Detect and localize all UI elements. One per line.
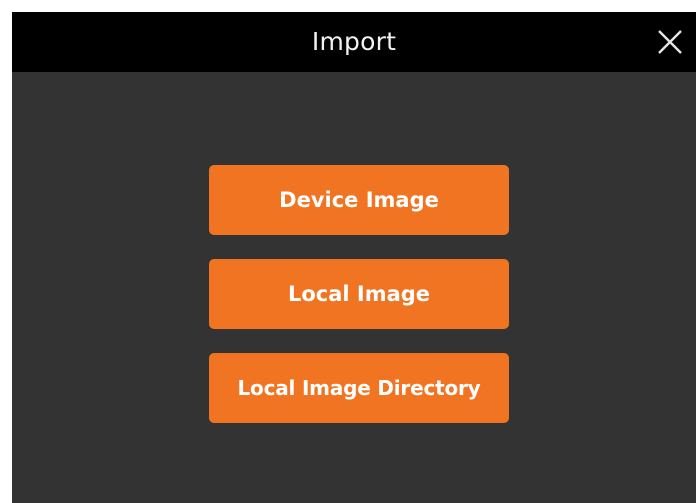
dialog-title: Import [311, 27, 397, 56]
close-button[interactable] [652, 24, 688, 60]
local-image-button[interactable]: Local Image [209, 259, 509, 329]
local-image-directory-label: Local Image Directory [237, 376, 481, 400]
local-image-label: Local Image [287, 282, 431, 306]
device-image-button[interactable]: Device Image [209, 165, 509, 235]
close-icon [657, 29, 683, 55]
local-image-directory-button[interactable]: Local Image Directory [209, 353, 509, 423]
import-dialog: Import Device Image Local Image Local Im… [12, 12, 696, 503]
device-image-label: Device Image [279, 188, 439, 212]
dialog-titlebar: Import [12, 12, 696, 72]
